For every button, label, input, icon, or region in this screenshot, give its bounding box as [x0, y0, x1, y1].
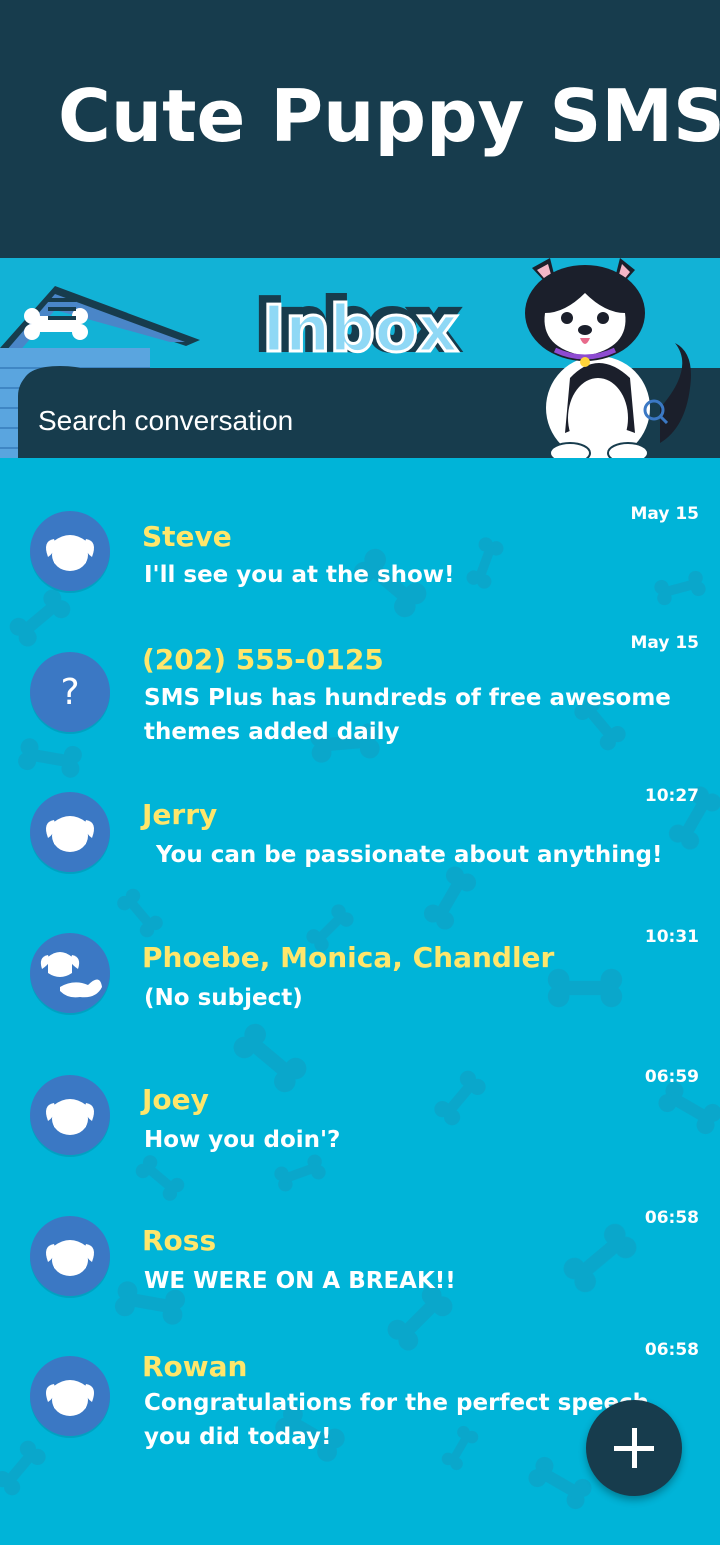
- conversation-item[interactable]: Phoebe, Monica, Chandler (No subject) 10…: [0, 923, 720, 1043]
- message-preview: SMS Plus has hundreds of free awesome th…: [144, 685, 671, 745]
- conversation-item[interactable]: ? (202) 555-0125 SMS Plus has hundreds o…: [0, 633, 720, 758]
- message-preview: I'll see you at the show!: [144, 562, 455, 588]
- search-input[interactable]: Search conversation: [38, 405, 293, 437]
- contact-name: Phoebe, Monica, Chandler: [142, 941, 555, 974]
- contact-name: Jerry: [142, 798, 218, 831]
- menu-icon[interactable]: [48, 298, 76, 320]
- contact-avatar[interactable]: [30, 1075, 110, 1155]
- contact-name: (202) 555-0125: [142, 643, 384, 676]
- message-time: 06:58: [644, 1208, 699, 1228]
- dog-avatar-icon: [46, 1099, 94, 1135]
- message-preview: You can be passionate about anything!: [156, 842, 663, 868]
- inbox-header: Inbox Inbox Search conversation: [0, 258, 720, 458]
- dog-avatar-icon: [46, 1380, 94, 1416]
- contact-avatar[interactable]: [30, 933, 110, 1013]
- contact-avatar[interactable]: [30, 1216, 110, 1296]
- conversation-item[interactable]: Ross WE WERE ON A BREAK!! 06:58: [0, 1206, 720, 1326]
- message-preview: (No subject): [144, 985, 303, 1011]
- inbox-title: Inbox: [260, 293, 459, 367]
- dog-avatar-icon: [46, 816, 94, 852]
- contact-name: Ross: [142, 1224, 217, 1257]
- conversation-item[interactable]: Steve I'll see you at the show! May 15: [0, 500, 720, 620]
- question-mark-icon: ?: [60, 672, 79, 713]
- banner-title: Cute Puppy SMS: [58, 74, 720, 158]
- search-icon[interactable]: [642, 398, 668, 424]
- husky-illustration: [525, 258, 691, 458]
- svg-text:?: ?: [60, 672, 79, 713]
- dog-avatar-icon: [46, 1240, 94, 1276]
- group-dog-avatar-icon: [40, 952, 102, 998]
- plus-icon: [614, 1428, 654, 1468]
- message-time: 10:27: [644, 786, 699, 806]
- message-preview: WE WERE ON A BREAK!!: [144, 1268, 456, 1294]
- conversation-item[interactable]: Jerry You can be passionate about anythi…: [0, 780, 720, 900]
- new-message-button[interactable]: [586, 1400, 682, 1496]
- message-time: 06:59: [644, 1067, 699, 1087]
- message-time: 06:58: [644, 1340, 699, 1360]
- message-time: May 15: [630, 633, 699, 653]
- contact-name: Rowan: [142, 1350, 248, 1383]
- conversation-list[interactable]: Steve I'll see you at the show! May 15 ?…: [0, 458, 720, 1545]
- contact-avatar[interactable]: [30, 1356, 110, 1436]
- promo-banner: Cute Puppy SMS: [0, 0, 720, 258]
- contact-avatar[interactable]: [30, 792, 110, 872]
- message-time: May 15: [630, 504, 699, 524]
- conversation-item[interactable]: Joey How you doin'? 06:59: [0, 1065, 720, 1185]
- message-time: 10:31: [644, 927, 699, 947]
- contact-avatar[interactable]: ?: [30, 652, 110, 732]
- contact-name: Joey: [142, 1083, 209, 1116]
- contact-name: Steve: [142, 520, 232, 553]
- dog-avatar-icon: [46, 535, 94, 571]
- message-preview: How you doin'?: [144, 1127, 341, 1153]
- contact-avatar[interactable]: [30, 511, 110, 591]
